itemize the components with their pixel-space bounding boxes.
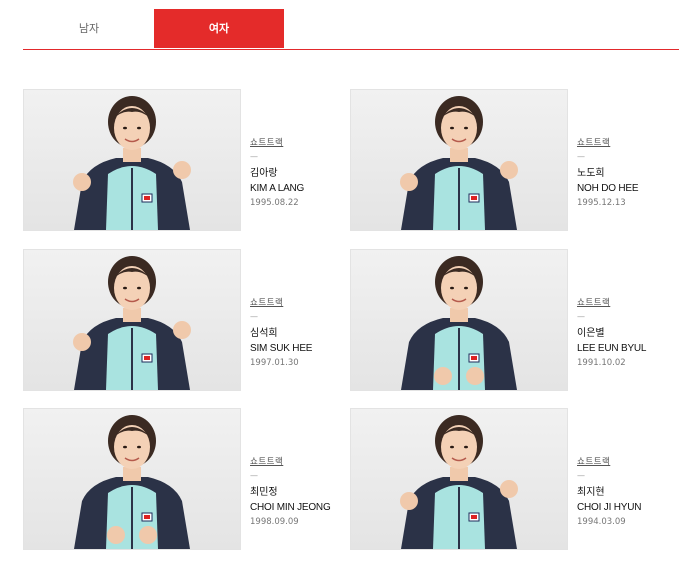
athlete-photo-arms-crossed — [401, 256, 517, 390]
athlete-subtitle: — — [250, 312, 258, 321]
athlete-birthdate: 1995.08.22 — [250, 198, 299, 208]
tab-women[interactable]: 여자 — [154, 9, 284, 48]
athlete-birthdate: 1995.12.13 — [577, 198, 626, 208]
athlete-card[interactable]: 쇼트트랙 — 최지현 CHOI JI HYUN 1994.03.09 — [350, 408, 670, 550]
athlete-subtitle: — — [250, 471, 258, 480]
tab-men[interactable]: 남자 — [24, 9, 154, 48]
athlete-name-english: LEE EUN BYUL — [577, 343, 647, 354]
athlete-name-korean: 심석희 — [250, 328, 278, 339]
athlete-sport-link[interactable]: 쇼트트랙 — [577, 137, 672, 150]
athlete-subtitle: — — [577, 152, 585, 161]
athlete-subtitle: — — [577, 312, 585, 321]
athlete-subtitle: — — [250, 152, 258, 161]
athlete-birthdate: 1991.10.02 — [577, 358, 626, 368]
athlete-photo-fist-pump — [73, 96, 191, 230]
athlete-photo-arms-crossed — [74, 415, 190, 549]
athlete-name-korean: 최지현 — [577, 487, 605, 498]
athlete-birthdate: 1994.03.09 — [577, 517, 626, 527]
athlete-name-korean: 최민정 — [250, 487, 278, 498]
athlete-name-english: CHOI MIN JEONG — [250, 502, 331, 513]
athlete-card[interactable]: 쇼트트랙 — 심석희 SIM SUK HEE 1997.01.30 — [23, 249, 343, 391]
athlete-name-english: NOH DO HEE — [577, 183, 639, 194]
athlete-sport-link[interactable]: 쇼트트랙 — [250, 137, 345, 150]
athlete-name-korean: 노도희 — [577, 168, 605, 179]
athlete-birthdate: 1998.09.09 — [250, 517, 299, 527]
athlete-birthdate: 1997.01.30 — [250, 358, 299, 368]
athlete-info: 쇼트트랙 — 이은별 LEE EUN BYUL 1991.10.02 — [577, 297, 672, 369]
athlete-name-korean: 이은별 — [577, 328, 605, 339]
athlete-info: 쇼트트랙 — 최민정 CHOI MIN JEONG 1998.09.09 — [250, 456, 345, 528]
athlete-sport-link[interactable]: 쇼트트랙 — [577, 456, 672, 469]
athlete-name-english: KIM A LANG — [250, 183, 305, 194]
athlete-photo-thumbs-up-glasses — [73, 256, 191, 390]
athlete-info: 쇼트트랙 — 김아랑 KIM A LANG 1995.08.22 — [250, 137, 345, 209]
athlete-name-english: CHOI JI HYUN — [577, 502, 642, 513]
athlete-info: 쇼트트랙 — 심석희 SIM SUK HEE 1997.01.30 — [250, 297, 345, 369]
gender-tab-bar: 남자 여자 — [23, 9, 679, 50]
athlete-sport-link[interactable]: 쇼트트랙 — [577, 297, 672, 310]
athlete-name-english: SIM SUK HEE — [250, 343, 313, 354]
athlete-card[interactable]: 쇼트트랙 — 김아랑 KIM A LANG 1995.08.22 — [23, 89, 343, 231]
athlete-name-korean: 김아랑 — [250, 168, 278, 179]
athlete-sport-link[interactable]: 쇼트트랙 — [250, 297, 345, 310]
athlete-photo[interactable] — [350, 89, 568, 231]
athlete-photo[interactable] — [350, 408, 568, 550]
athlete-card[interactable]: 쇼트트랙 — 최민정 CHOI MIN JEONG 1998.09.09 — [23, 408, 343, 550]
athlete-photo-thumbs-up — [400, 96, 518, 230]
athlete-info: 쇼트트랙 — 최지현 CHOI JI HYUN 1994.03.09 — [577, 456, 672, 528]
athlete-photo[interactable] — [23, 249, 241, 391]
athlete-photo[interactable] — [350, 249, 568, 391]
athlete-card[interactable]: 쇼트트랙 — 노도희 NOH DO HEE 1995.12.13 — [350, 89, 670, 231]
athlete-card[interactable]: 쇼트트랙 — 이은별 LEE EUN BYUL 1991.10.02 — [350, 249, 670, 391]
athlete-info: 쇼트트랙 — 노도희 NOH DO HEE 1995.12.13 — [577, 137, 672, 209]
athlete-subtitle: — — [577, 471, 585, 480]
athlete-sport-link[interactable]: 쇼트트랙 — [250, 456, 345, 469]
athlete-photo[interactable] — [23, 408, 241, 550]
athlete-photo-fist-pump — [400, 415, 518, 549]
athlete-photo[interactable] — [23, 89, 241, 231]
